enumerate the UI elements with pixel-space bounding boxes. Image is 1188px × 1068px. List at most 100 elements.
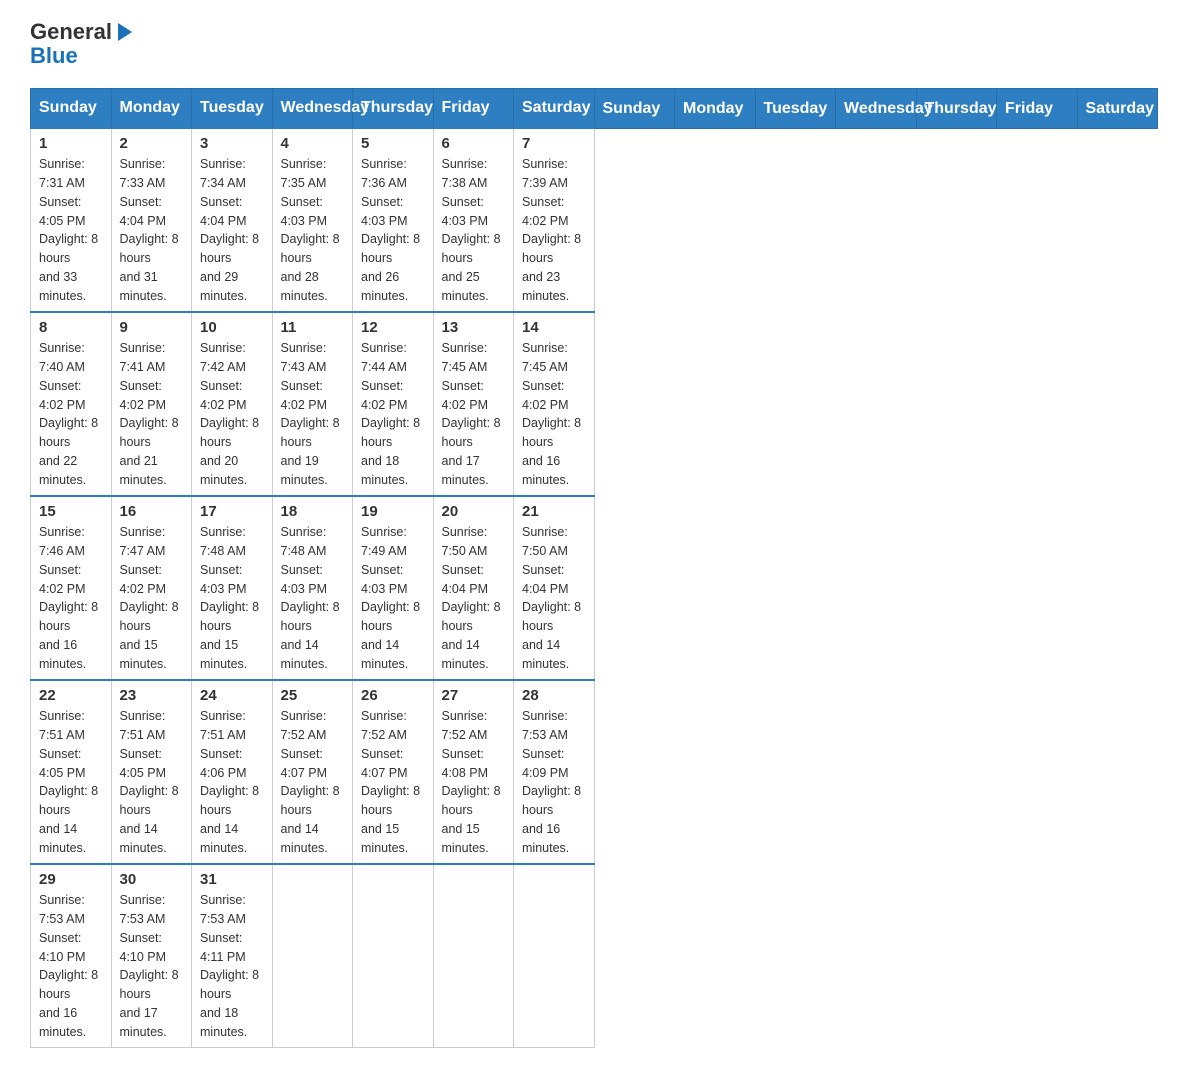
day-number: 27 bbox=[442, 687, 506, 704]
calendar-cell: 11 Sunrise: 7:43 AMSunset: 4:02 PMDaylig… bbox=[272, 312, 353, 496]
day-number: 22 bbox=[39, 687, 103, 704]
calendar-cell: 13 Sunrise: 7:45 AMSunset: 4:02 PMDaylig… bbox=[433, 312, 514, 496]
calendar-cell bbox=[353, 864, 434, 1048]
day-number: 19 bbox=[361, 503, 425, 520]
day-info: Sunrise: 7:53 AMSunset: 4:10 PMDaylight:… bbox=[120, 891, 184, 1041]
col-header-monday: Monday bbox=[675, 89, 756, 129]
col-header-wednesday: Wednesday bbox=[272, 89, 353, 129]
day-info: Sunrise: 7:49 AMSunset: 4:03 PMDaylight:… bbox=[361, 523, 425, 673]
day-number: 11 bbox=[281, 319, 345, 336]
col-header-tuesday: Tuesday bbox=[192, 89, 273, 129]
day-number: 26 bbox=[361, 687, 425, 704]
day-number: 15 bbox=[39, 503, 103, 520]
col-header-thursday: Thursday bbox=[353, 89, 434, 129]
day-info: Sunrise: 7:53 AMSunset: 4:10 PMDaylight:… bbox=[39, 891, 103, 1041]
calendar-cell: 21 Sunrise: 7:50 AMSunset: 4:04 PMDaylig… bbox=[514, 496, 595, 680]
day-number: 1 bbox=[39, 135, 103, 152]
day-info: Sunrise: 7:47 AMSunset: 4:02 PMDaylight:… bbox=[120, 523, 184, 673]
logo-arrow-icon bbox=[114, 21, 136, 43]
day-info: Sunrise: 7:34 AMSunset: 4:04 PMDaylight:… bbox=[200, 155, 264, 305]
day-info: Sunrise: 7:46 AMSunset: 4:02 PMDaylight:… bbox=[39, 523, 103, 673]
day-info: Sunrise: 7:31 AMSunset: 4:05 PMDaylight:… bbox=[39, 155, 103, 305]
day-number: 29 bbox=[39, 871, 103, 888]
col-header-thursday: Thursday bbox=[916, 89, 997, 129]
day-info: Sunrise: 7:51 AMSunset: 4:05 PMDaylight:… bbox=[120, 707, 184, 857]
calendar-cell: 4 Sunrise: 7:35 AMSunset: 4:03 PMDayligh… bbox=[272, 128, 353, 312]
calendar-cell: 20 Sunrise: 7:50 AMSunset: 4:04 PMDaylig… bbox=[433, 496, 514, 680]
day-info: Sunrise: 7:52 AMSunset: 4:07 PMDaylight:… bbox=[281, 707, 345, 857]
col-header-sunday: Sunday bbox=[31, 89, 112, 129]
day-info: Sunrise: 7:50 AMSunset: 4:04 PMDaylight:… bbox=[442, 523, 506, 673]
day-info: Sunrise: 7:38 AMSunset: 4:03 PMDaylight:… bbox=[442, 155, 506, 305]
day-info: Sunrise: 7:42 AMSunset: 4:02 PMDaylight:… bbox=[200, 339, 264, 489]
col-header-saturday: Saturday bbox=[514, 89, 595, 129]
calendar-cell bbox=[514, 864, 595, 1048]
calendar-cell: 26 Sunrise: 7:52 AMSunset: 4:07 PMDaylig… bbox=[353, 680, 434, 864]
day-number: 6 bbox=[442, 135, 506, 152]
calendar-cell: 25 Sunrise: 7:52 AMSunset: 4:07 PMDaylig… bbox=[272, 680, 353, 864]
day-info: Sunrise: 7:53 AMSunset: 4:11 PMDaylight:… bbox=[200, 891, 264, 1041]
calendar-cell: 23 Sunrise: 7:51 AMSunset: 4:05 PMDaylig… bbox=[111, 680, 192, 864]
logo: General Blue bbox=[30, 20, 136, 68]
day-info: Sunrise: 7:48 AMSunset: 4:03 PMDaylight:… bbox=[281, 523, 345, 673]
col-header-wednesday: Wednesday bbox=[836, 89, 917, 129]
day-number: 30 bbox=[120, 871, 184, 888]
calendar-cell: 7 Sunrise: 7:39 AMSunset: 4:02 PMDayligh… bbox=[514, 128, 595, 312]
col-header-saturday: Saturday bbox=[1077, 89, 1158, 129]
day-info: Sunrise: 7:53 AMSunset: 4:09 PMDaylight:… bbox=[522, 707, 586, 857]
day-info: Sunrise: 7:45 AMSunset: 4:02 PMDaylight:… bbox=[522, 339, 586, 489]
calendar-table: SundayMondayTuesdayWednesdayThursdayFrid… bbox=[30, 88, 1158, 1048]
day-info: Sunrise: 7:44 AMSunset: 4:02 PMDaylight:… bbox=[361, 339, 425, 489]
calendar-cell: 31 Sunrise: 7:53 AMSunset: 4:11 PMDaylig… bbox=[192, 864, 273, 1048]
week-row-4: 22 Sunrise: 7:51 AMSunset: 4:05 PMDaylig… bbox=[31, 680, 1158, 864]
day-info: Sunrise: 7:50 AMSunset: 4:04 PMDaylight:… bbox=[522, 523, 586, 673]
day-number: 5 bbox=[361, 135, 425, 152]
logo-general: General bbox=[30, 20, 112, 44]
day-number: 18 bbox=[281, 503, 345, 520]
calendar-header-row: SundayMondayTuesdayWednesdayThursdayFrid… bbox=[31, 89, 1158, 129]
day-number: 14 bbox=[522, 319, 586, 336]
day-number: 4 bbox=[281, 135, 345, 152]
calendar-cell: 9 Sunrise: 7:41 AMSunset: 4:02 PMDayligh… bbox=[111, 312, 192, 496]
day-info: Sunrise: 7:35 AMSunset: 4:03 PMDaylight:… bbox=[281, 155, 345, 305]
day-info: Sunrise: 7:43 AMSunset: 4:02 PMDaylight:… bbox=[281, 339, 345, 489]
day-number: 10 bbox=[200, 319, 264, 336]
calendar-cell: 3 Sunrise: 7:34 AMSunset: 4:04 PMDayligh… bbox=[192, 128, 273, 312]
calendar-cell: 2 Sunrise: 7:33 AMSunset: 4:04 PMDayligh… bbox=[111, 128, 192, 312]
day-info: Sunrise: 7:52 AMSunset: 4:07 PMDaylight:… bbox=[361, 707, 425, 857]
week-row-1: 1 Sunrise: 7:31 AMSunset: 4:05 PMDayligh… bbox=[31, 128, 1158, 312]
day-info: Sunrise: 7:39 AMSunset: 4:02 PMDaylight:… bbox=[522, 155, 586, 305]
day-number: 31 bbox=[200, 871, 264, 888]
col-header-friday: Friday bbox=[997, 89, 1078, 129]
day-number: 3 bbox=[200, 135, 264, 152]
calendar-cell: 24 Sunrise: 7:51 AMSunset: 4:06 PMDaylig… bbox=[192, 680, 273, 864]
day-number: 2 bbox=[120, 135, 184, 152]
calendar-cell: 18 Sunrise: 7:48 AMSunset: 4:03 PMDaylig… bbox=[272, 496, 353, 680]
calendar-cell: 6 Sunrise: 7:38 AMSunset: 4:03 PMDayligh… bbox=[433, 128, 514, 312]
day-info: Sunrise: 7:40 AMSunset: 4:02 PMDaylight:… bbox=[39, 339, 103, 489]
page-header: General Blue bbox=[30, 20, 1158, 68]
calendar-cell: 14 Sunrise: 7:45 AMSunset: 4:02 PMDaylig… bbox=[514, 312, 595, 496]
day-info: Sunrise: 7:45 AMSunset: 4:02 PMDaylight:… bbox=[442, 339, 506, 489]
calendar-cell: 30 Sunrise: 7:53 AMSunset: 4:10 PMDaylig… bbox=[111, 864, 192, 1048]
day-number: 20 bbox=[442, 503, 506, 520]
week-row-5: 29 Sunrise: 7:53 AMSunset: 4:10 PMDaylig… bbox=[31, 864, 1158, 1048]
day-number: 24 bbox=[200, 687, 264, 704]
calendar-cell: 16 Sunrise: 7:47 AMSunset: 4:02 PMDaylig… bbox=[111, 496, 192, 680]
week-row-2: 8 Sunrise: 7:40 AMSunset: 4:02 PMDayligh… bbox=[31, 312, 1158, 496]
calendar-cell: 1 Sunrise: 7:31 AMSunset: 4:05 PMDayligh… bbox=[31, 128, 112, 312]
day-number: 12 bbox=[361, 319, 425, 336]
calendar-cell: 10 Sunrise: 7:42 AMSunset: 4:02 PMDaylig… bbox=[192, 312, 273, 496]
day-info: Sunrise: 7:33 AMSunset: 4:04 PMDaylight:… bbox=[120, 155, 184, 305]
calendar-cell: 22 Sunrise: 7:51 AMSunset: 4:05 PMDaylig… bbox=[31, 680, 112, 864]
col-header-monday: Monday bbox=[111, 89, 192, 129]
day-number: 7 bbox=[522, 135, 586, 152]
day-info: Sunrise: 7:52 AMSunset: 4:08 PMDaylight:… bbox=[442, 707, 506, 857]
day-info: Sunrise: 7:41 AMSunset: 4:02 PMDaylight:… bbox=[120, 339, 184, 489]
day-number: 28 bbox=[522, 687, 586, 704]
col-header-tuesday: Tuesday bbox=[755, 89, 836, 129]
day-number: 23 bbox=[120, 687, 184, 704]
day-number: 21 bbox=[522, 503, 586, 520]
calendar-cell: 12 Sunrise: 7:44 AMSunset: 4:02 PMDaylig… bbox=[353, 312, 434, 496]
day-number: 13 bbox=[442, 319, 506, 336]
